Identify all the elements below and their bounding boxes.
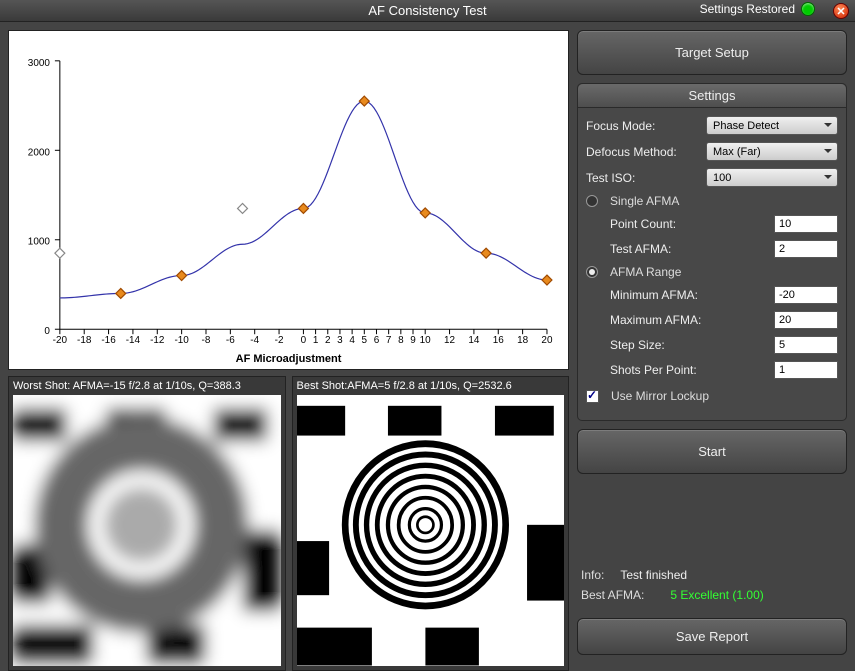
svg-text:1000: 1000 [28,237,51,248]
info-value: Test finished [620,568,687,582]
svg-text:-18: -18 [77,335,92,346]
test-afma-label: Test AFMA: [586,242,768,256]
svg-text:7: 7 [386,335,392,346]
best-shot-image [297,395,565,666]
svg-text:16: 16 [493,335,505,346]
svg-text:-12: -12 [150,335,165,346]
status-indicator-icon [801,2,815,16]
svg-text:-2: -2 [275,335,284,346]
status-text: Settings Restored [700,2,795,16]
svg-text:-8: -8 [202,335,211,346]
defocus-method-select[interactable]: Max (Far) [706,142,838,161]
settings-header: Settings [578,84,846,108]
shots-per-point-label: Shots Per Point: [586,363,768,377]
settings-panel: Settings Focus Mode: Phase Detect Defocu… [577,83,847,421]
best-shot-label: Best Shot:AFMA=5 f/2.8 at 1/10s, Q=2532.… [293,377,569,395]
min-afma-label: Minimum AFMA: [586,288,768,302]
test-afma-input[interactable] [774,240,838,258]
svg-text:-4: -4 [250,335,259,346]
mirror-lockup-label: Use Mirror Lockup [611,389,709,403]
svg-text:-16: -16 [101,335,116,346]
mirror-lockup-checkbox[interactable] [586,390,599,403]
info-block: Info: Test finished Best AFMA: 5 Excelle… [577,566,847,610]
worst-shot-label: Worst Shot: AFMA=-15 f/2.8 at 1/10s, Q=3… [9,377,285,395]
svg-text:0: 0 [44,326,50,337]
svg-text:6: 6 [374,335,380,346]
save-report-button[interactable]: Save Report [577,618,847,655]
svg-text:8: 8 [398,335,404,346]
svg-text:2: 2 [325,335,331,346]
svg-text:3: 3 [337,335,343,346]
best-afma-label: Best AFMA: [581,588,644,602]
info-label: Info: [581,568,604,582]
test-iso-label: Test ISO: [586,171,700,185]
max-afma-label: Maximum AFMA: [586,313,768,327]
start-button[interactable]: Start [577,429,847,474]
focus-mode-select[interactable]: Phase Detect [706,116,838,135]
svg-text:20: 20 [541,335,553,346]
afma-range-label: AFMA Range [610,265,681,279]
svg-text:-20: -20 [53,335,68,346]
best-shot-panel: Best Shot:AFMA=5 f/2.8 at 1/10s, Q=2532.… [292,376,570,671]
point-count-label: Point Count: [586,217,768,231]
svg-text:-10: -10 [174,335,189,346]
svg-text:14: 14 [468,335,480,346]
svg-text:3000: 3000 [28,58,51,69]
svg-text:12: 12 [444,335,456,346]
close-button[interactable]: ✕ [833,3,849,19]
min-afma-input[interactable] [774,286,838,304]
target-setup-button[interactable]: Target Setup [577,30,847,75]
svg-text:1: 1 [313,335,319,346]
svg-text:4: 4 [349,335,355,346]
worst-shot-panel: Worst Shot: AFMA=-15 f/2.8 at 1/10s, Q=3… [8,376,286,671]
worst-shot-image [13,395,281,666]
svg-text:18: 18 [517,335,529,346]
single-afma-radio[interactable] [586,195,598,207]
svg-text:0: 0 [301,335,307,346]
shots-per-point-input[interactable] [774,361,838,379]
defocus-method-label: Defocus Method: [586,145,700,159]
svg-text:2000: 2000 [28,147,51,158]
afma-range-radio[interactable] [586,266,598,278]
best-afma-value: 5 Excellent (1.00) [670,588,763,602]
single-afma-label: Single AFMA [610,194,679,208]
svg-text:5: 5 [362,335,368,346]
step-size-input[interactable] [774,336,838,354]
focus-mode-label: Focus Mode: [586,119,700,133]
svg-text:-6: -6 [226,335,235,346]
test-iso-select[interactable]: 100 [706,168,838,187]
svg-text:9: 9 [410,335,416,346]
step-size-label: Step Size: [586,338,768,352]
svg-text:-14: -14 [126,335,141,346]
title-bar: AF Consistency Test Settings Restored ✕ [0,0,855,22]
max-afma-input[interactable] [774,311,838,329]
svg-text:10: 10 [420,335,432,346]
point-count-input[interactable] [774,215,838,233]
chart-x-axis-label: AF Microadjustment [9,353,568,365]
chart-svg: 0 1000 2000 3000 -20-18-16-14-12-10-8-6-… [9,31,568,369]
af-chart: 0 1000 2000 3000 -20-18-16-14-12-10-8-6-… [8,30,569,370]
window-title: AF Consistency Test [368,3,486,18]
